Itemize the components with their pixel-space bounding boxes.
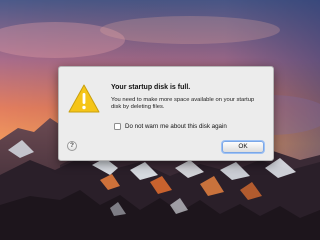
ok-button[interactable]: OK	[222, 141, 264, 153]
alert-title: Your startup disk is full.	[111, 84, 191, 91]
suppress-warning-label[interactable]: Do not warn me about this disk again	[125, 123, 227, 130]
warning-triangle-icon	[68, 84, 100, 113]
alert-message: You need to make more space available on…	[111, 97, 255, 111]
disk-full-alert-dialog: Your startup disk is full. You need to m…	[58, 66, 274, 161]
suppress-warning-option[interactable]: Do not warn me about this disk again	[114, 122, 227, 131]
help-button[interactable]: ?	[67, 141, 77, 151]
suppress-warning-checkbox[interactable]	[114, 123, 121, 130]
desktop: Your startup disk is full. You need to m…	[0, 0, 320, 240]
